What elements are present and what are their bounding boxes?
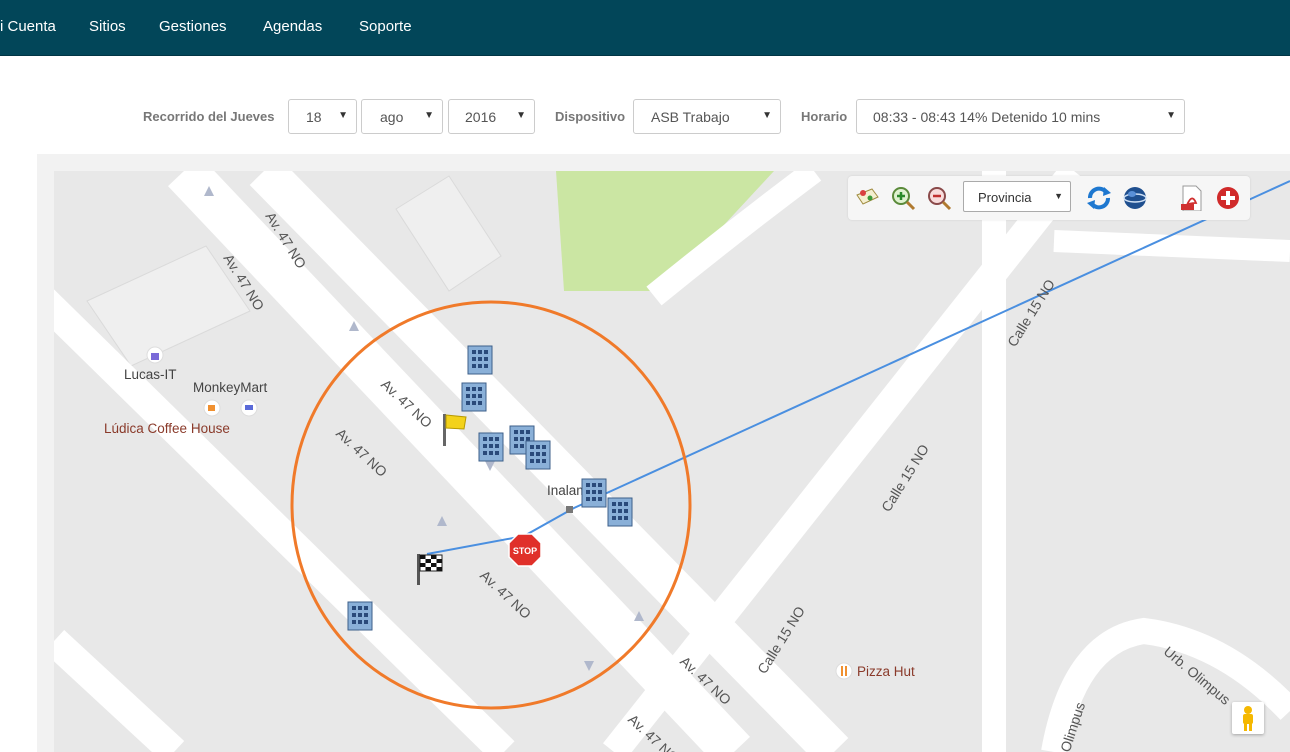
start-flag-icon[interactable] — [440, 412, 470, 448]
chevron-down-icon: ▼ — [516, 110, 526, 121]
chevron-down-icon: ▼ — [424, 110, 434, 121]
device-select[interactable]: ASB Trabajo ▼ — [633, 99, 781, 134]
day-select[interactable]: 18 ▼ — [288, 99, 357, 134]
nav-cuenta[interactable]: i Cuenta — [0, 18, 56, 35]
building-marker-icon[interactable] — [477, 431, 505, 463]
add-icon[interactable] — [1215, 185, 1241, 211]
device-label: Dispositivo — [555, 109, 626, 124]
nav-agendas[interactable]: Agendas — [263, 18, 322, 35]
chevron-down-icon: ▼ — [1054, 191, 1063, 201]
map-canvas[interactable]: Av. 47 NO Av. 47 NO Av. 47 NO Av. 47 NO … — [54, 171, 1290, 752]
layers-icon[interactable] — [854, 185, 880, 211]
device-value: ASB Trabajo — [651, 109, 730, 125]
stop-sign-label: STOP — [513, 546, 537, 556]
chevron-down-icon: ▼ — [1166, 110, 1176, 121]
road-east — [1053, 230, 1290, 262]
nav-sitios[interactable]: Sitios — [89, 18, 126, 35]
pdf-icon[interactable] — [1179, 185, 1205, 211]
route-label: Recorrido del Jueves — [143, 109, 275, 124]
cart-icon — [240, 399, 258, 417]
building-block — [395, 175, 502, 292]
pegman-icon — [1243, 706, 1253, 731]
refresh-icon[interactable] — [1085, 185, 1111, 211]
schedule-value: 08:33 - 08:43 14% Detenido 10 mins — [873, 109, 1101, 125]
building-marker-icon[interactable] — [460, 381, 488, 413]
poi-ludica-coffee[interactable]: Lúdica Coffee House — [104, 421, 230, 436]
building-marker-icon[interactable] — [346, 600, 374, 632]
poi-point — [566, 506, 573, 513]
day-value: 18 — [306, 109, 322, 125]
restaurant-icon — [835, 662, 853, 680]
nav-gestiones[interactable]: Gestiones — [159, 18, 227, 35]
schedule-label: Horario — [801, 109, 848, 124]
stop-sign-icon[interactable]: STOP — [508, 533, 542, 567]
zoom-in-icon[interactable] — [890, 185, 916, 211]
poi-monkeymart[interactable]: MonkeyMart — [193, 380, 267, 395]
filter-bar: Recorrido del Jueves 18 ▼ ago ▼ 2016 ▼ D… — [0, 98, 1290, 138]
month-select[interactable]: ago ▼ — [361, 99, 443, 134]
building-marker-icon[interactable] — [580, 477, 608, 509]
street-view-pegman[interactable] — [1232, 702, 1264, 734]
direction-arrow — [437, 516, 447, 526]
map-toolbar: Provincia ▼ — [848, 176, 1250, 220]
chevron-down-icon: ▼ — [762, 110, 772, 121]
building-marker-icon[interactable] — [466, 344, 494, 376]
month-value: ago — [380, 109, 404, 125]
finish-flag-icon[interactable] — [414, 551, 446, 587]
schedule-select[interactable]: 08:33 - 08:43 14% Detenido 10 mins ▼ — [856, 99, 1185, 134]
globe-icon[interactable] — [1122, 185, 1148, 211]
top-navbar: i Cuenta Sitios Gestiones Agendas Soport… — [0, 0, 1290, 56]
building-marker-icon[interactable] — [524, 439, 552, 471]
year-value: 2016 — [465, 109, 497, 125]
zoom-out-icon[interactable] — [926, 185, 952, 211]
year-select[interactable]: 2016 ▼ — [448, 99, 535, 134]
region-select[interactable]: Provincia ▼ — [963, 181, 1071, 212]
poi-pizza-hut[interactable]: Pizza Hut — [857, 664, 915, 679]
building-marker-icon[interactable] — [606, 496, 634, 528]
coffee-icon — [203, 399, 221, 417]
region-select-value: Provincia — [978, 190, 1032, 205]
nav-soporte[interactable]: Soporte — [359, 18, 412, 35]
road-side-sw — [54, 629, 185, 752]
map-base — [54, 171, 1290, 752]
chevron-down-icon: ▼ — [338, 110, 348, 121]
shopping-bag-icon — [146, 346, 164, 364]
direction-arrow — [584, 661, 594, 671]
poi-lucas-it[interactable]: Lucas-IT — [124, 367, 177, 382]
